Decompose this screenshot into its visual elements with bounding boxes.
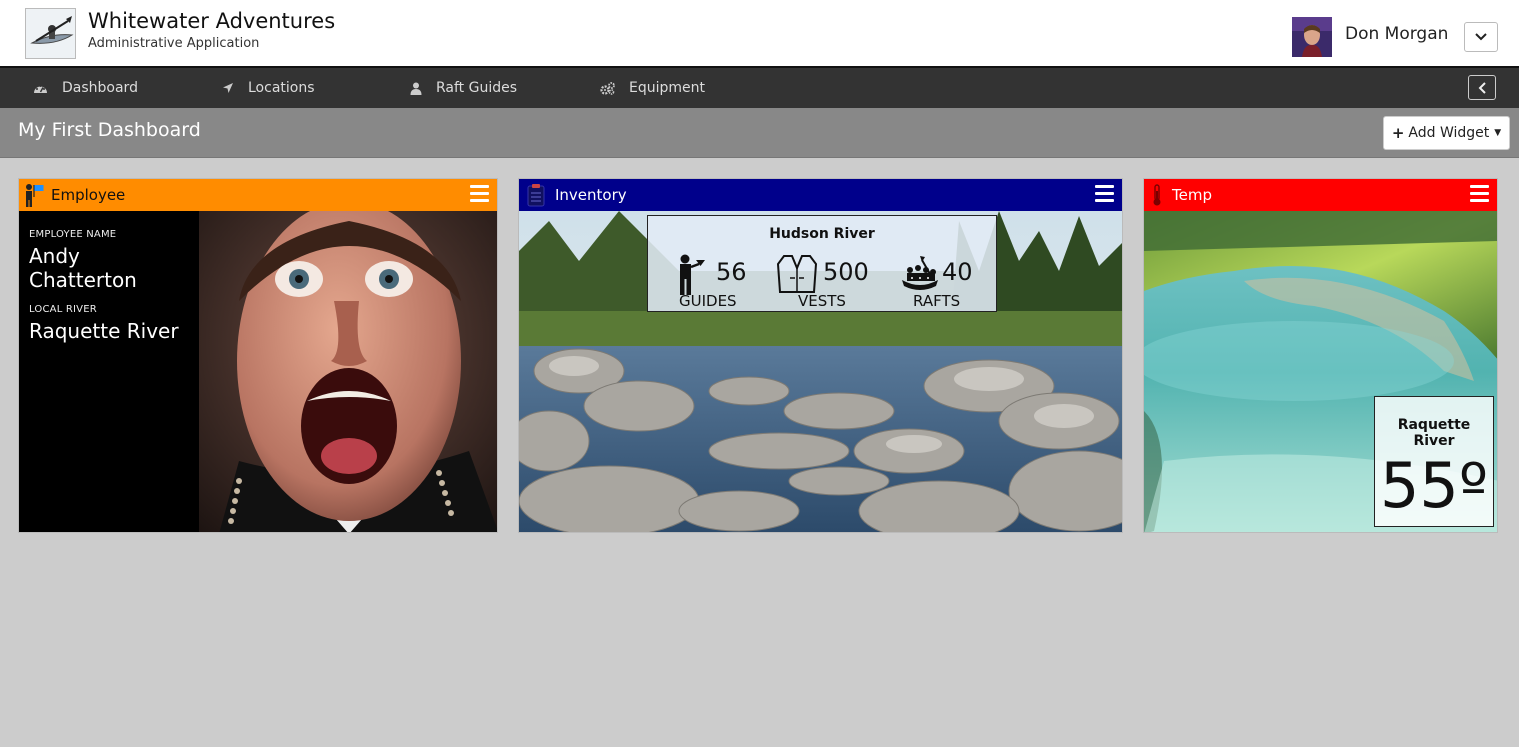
dashboard-titlebar: My First Dashboard + Add Widget ▼ [0,108,1519,158]
nav-label: Dashboard [62,80,138,96]
temp-river: Raquette River [1397,417,1471,449]
employee-widget: Employee EMPLOYEE NAME Andy Chatterton L… [18,178,498,533]
user-name: Don Morgan [1345,24,1449,44]
employee-info: EMPLOYEE NAME Andy Chatterton LOCAL RIVE… [19,211,199,532]
nav-item-raft-guides[interactable]: Raft Guides [410,68,517,108]
employee-flag-icon [26,184,44,207]
widget-menu-button[interactable] [470,185,489,203]
chevron-down-icon [1475,33,1487,41]
employee-name: Andy Chatterton [29,244,137,292]
page-title: My First Dashboard [18,119,201,141]
nav-item-locations[interactable]: Locations [222,68,315,108]
guides-value: 56 [716,258,747,286]
inventory-stats-panel: Hudson River 56 GUIDES 500 VESTS 40 RAFT… [647,215,997,312]
gears-icon [600,81,615,95]
widget-header: Inventory [519,179,1122,211]
local-river-label: LOCAL RIVER [29,304,97,315]
caret-down-icon: ▼ [1494,128,1502,138]
rafts-stat: 40 RAFTS [900,254,1010,310]
app-subtitle: Administrative Application [88,36,260,51]
main-nav: Dashboard Locations Raft Guides Equipmen… [0,66,1519,108]
app-title: Whitewater Adventures [88,9,336,33]
plus-icon: + [1391,124,1405,142]
inventory-widget: Inventory Hudson River 56 GUIDES 500 VES… [518,178,1123,533]
chevron-left-icon [1478,81,1486,94]
temp-value: 55º [1379,449,1489,522]
guides-stat: 56 GUIDES [676,254,786,310]
nav-label: Raft Guides [436,80,518,96]
nav-item-dashboard[interactable]: Dashboard [33,68,138,108]
raft-icon [902,256,938,290]
dashboard-icon [34,85,47,93]
nav-label: Equipment [629,80,705,96]
thermometer-icon [1153,184,1161,206]
temp-readout-panel: Raquette River 55º [1374,396,1494,527]
location-arrow-icon [223,83,233,93]
user-avatar[interactable] [1292,17,1332,57]
local-river: Raquette River [29,319,179,343]
employee-name-label: EMPLOYEE NAME [29,229,117,240]
sidebar-collapse-button[interactable] [1468,75,1496,100]
user-icon [410,82,422,95]
widget-title: Employee [51,186,126,204]
employee-photo [199,211,497,532]
inventory-river: Hudson River [769,226,875,242]
widget-menu-button[interactable] [1095,185,1114,203]
widget-menu-button[interactable] [1470,185,1489,203]
vests-stat: 500 VESTS [776,254,886,310]
guide-icon [680,254,705,295]
app-header: Whitewater Adventures Administrative App… [0,0,1519,66]
temp-widget: Temp Raquette River 55º [1143,178,1498,533]
rafts-value: 40 [942,258,973,286]
widget-header: Temp [1144,179,1497,211]
widget-title: Inventory [555,186,627,204]
widget-title: Temp [1172,186,1212,204]
vest-icon [776,255,818,293]
vests-label: VESTS [798,292,846,310]
user-menu-button[interactable] [1464,22,1498,52]
rafts-label: RAFTS [913,292,961,310]
guides-label: GUIDES [679,292,737,310]
nav-item-equipment[interactable]: Equipment [600,68,705,108]
nav-label: Locations [248,80,315,96]
add-widget-label: Add Widget [1408,125,1490,141]
clipboard-icon [527,184,545,207]
kayak-logo [25,8,76,59]
vests-value: 500 [823,258,869,286]
add-widget-button[interactable]: + Add Widget ▼ [1383,116,1510,150]
widget-header: Employee [19,179,497,211]
